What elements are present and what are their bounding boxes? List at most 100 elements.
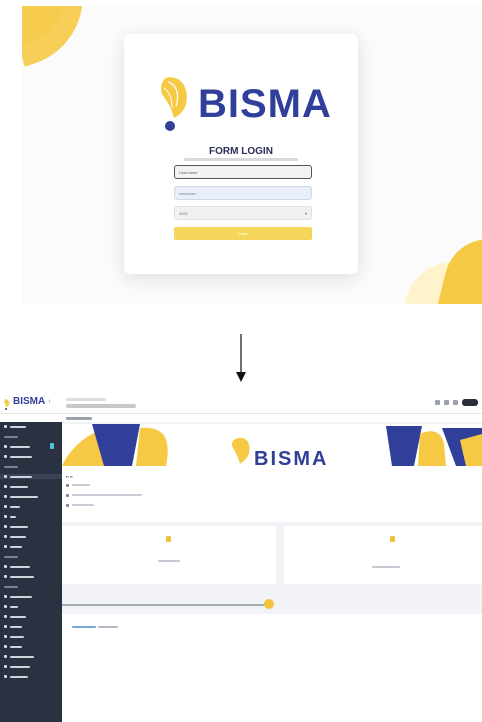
menu-icon: [4, 635, 7, 638]
sidebar-item[interactable]: [4, 424, 26, 429]
sidebar-item[interactable]: [4, 494, 38, 499]
page-title: [66, 417, 92, 420]
progress-knob[interactable]: [264, 599, 274, 609]
sidebar-item[interactable]: [4, 534, 26, 539]
sidebar-item[interactable]: [4, 634, 24, 639]
sidebar-item-label: [10, 545, 22, 548]
sidebar-item-label: [10, 515, 16, 518]
sidebar-item[interactable]: [4, 624, 22, 629]
chevron-right-icon[interactable]: ›: [48, 398, 50, 405]
sidebar-section: [4, 556, 18, 558]
sidebar-item-label: [10, 655, 34, 658]
profile-id: [72, 484, 90, 486]
top-bar: BISMA ›: [0, 392, 482, 414]
sidebar-item[interactable]: [4, 484, 28, 489]
menu-icon: [4, 545, 7, 548]
dashboard-brand[interactable]: BISMA ›: [4, 396, 51, 410]
sidebar-item[interactable]: [4, 644, 22, 649]
building-icon: [66, 494, 69, 497]
sidebar-item-label: [10, 475, 32, 478]
login-card: BISMA FORM LOGIN Username •••••••••••• 2…: [124, 34, 358, 274]
stat-label: [158, 560, 180, 562]
sidebar-item-label: [10, 625, 22, 628]
bell-icon[interactable]: [444, 400, 449, 405]
sidebar-item[interactable]: [4, 614, 26, 619]
menu-icon: [4, 495, 7, 498]
sidebar-item-label: [10, 495, 38, 498]
menu-icon: [4, 445, 7, 448]
year-select[interactable]: 2021 ▾: [174, 206, 312, 220]
menu-icon: [4, 515, 7, 518]
menu-icon: [4, 485, 7, 488]
sidebar-item-label: [10, 425, 26, 428]
sidebar-item-label: [10, 445, 30, 448]
user-menu[interactable]: [462, 399, 478, 406]
sidebar-item[interactable]: [4, 444, 30, 449]
dashboard-screen: BISMA › BISMA ▪▪ ▪▪: [0, 392, 482, 722]
grid-icon[interactable]: [435, 400, 440, 405]
progress-fill: [62, 604, 272, 606]
menu-icon: [4, 615, 7, 618]
stat-card: [284, 526, 482, 584]
sidebar-item-label: [10, 675, 28, 678]
sidebar-section: [4, 436, 18, 438]
login-button[interactable]: Login: [174, 227, 312, 240]
username-field[interactable]: Username: [174, 165, 312, 179]
tabs-card: [62, 614, 482, 722]
arrow-down-icon: [234, 334, 248, 384]
chart-icon: [390, 536, 395, 542]
sidebar-item[interactable]: [0, 474, 62, 479]
stat-label: [372, 566, 400, 568]
sidebar-item[interactable]: [4, 654, 34, 659]
sidebar-item[interactable]: [4, 454, 32, 459]
sidebar-item[interactable]: [4, 504, 20, 509]
composite-image: BISMA FORM LOGIN Username •••••••••••• 2…: [0, 0, 482, 722]
sidebar-item[interactable]: [4, 514, 16, 519]
chart-icon: [166, 536, 171, 542]
password-value: ••••••••••••: [179, 191, 196, 196]
tab-inactive[interactable]: [98, 626, 118, 628]
sidebar-item[interactable]: [4, 564, 30, 569]
password-field[interactable]: ••••••••••••: [174, 186, 312, 200]
page-title-bar: [62, 414, 482, 422]
sidebar-item[interactable]: [4, 544, 22, 549]
menu-icon: [4, 475, 7, 478]
help-icon[interactable]: [453, 400, 458, 405]
login-screen: BISMA FORM LOGIN Username •••••••••••• 2…: [22, 6, 482, 304]
tab-active[interactable]: [72, 626, 96, 628]
sidebar-item[interactable]: [4, 674, 28, 679]
sidebar-item-label: [10, 615, 26, 618]
sidebar-item[interactable]: [4, 604, 18, 609]
chevron-down-icon: ▾: [304, 211, 307, 216]
sidebar-item-label: [10, 565, 30, 568]
menu-icon: [4, 675, 7, 678]
menu-icon: [4, 575, 7, 578]
form-title: FORM LOGIN: [209, 146, 273, 157]
top-actions: [435, 399, 478, 406]
decor-corner: [22, 6, 101, 67]
sidebar-item[interactable]: [4, 664, 30, 669]
year-value: 2021: [179, 211, 188, 216]
menu-icon: [4, 535, 7, 538]
bisma-logo-icon: [4, 397, 10, 410]
menu-icon: [4, 425, 7, 428]
sidebar-item[interactable]: [4, 524, 28, 529]
id-icon: [66, 484, 69, 487]
sidebar-section: [4, 466, 18, 468]
profile-card: BISMA ▪▪ ▪▪: [62, 424, 482, 522]
sidebar-item[interactable]: [4, 574, 34, 579]
sidebar-item[interactable]: [4, 594, 32, 599]
sidebar-item-label: [10, 575, 34, 578]
user-info-strip: [0, 414, 62, 422]
sidebar-item-label: [10, 505, 20, 508]
menu-icon: [4, 645, 7, 648]
sidebar: [0, 422, 62, 722]
sidebar-item-label: [10, 525, 28, 528]
menu-icon: [4, 595, 7, 598]
menu-icon: [4, 455, 7, 458]
sidebar-item-label: [10, 455, 32, 458]
banner: BISMA: [62, 424, 482, 466]
breadcrumb: [66, 398, 106, 401]
profile-name: ▪▪ ▪▪: [66, 474, 73, 479]
sidebar-section: [4, 586, 18, 588]
